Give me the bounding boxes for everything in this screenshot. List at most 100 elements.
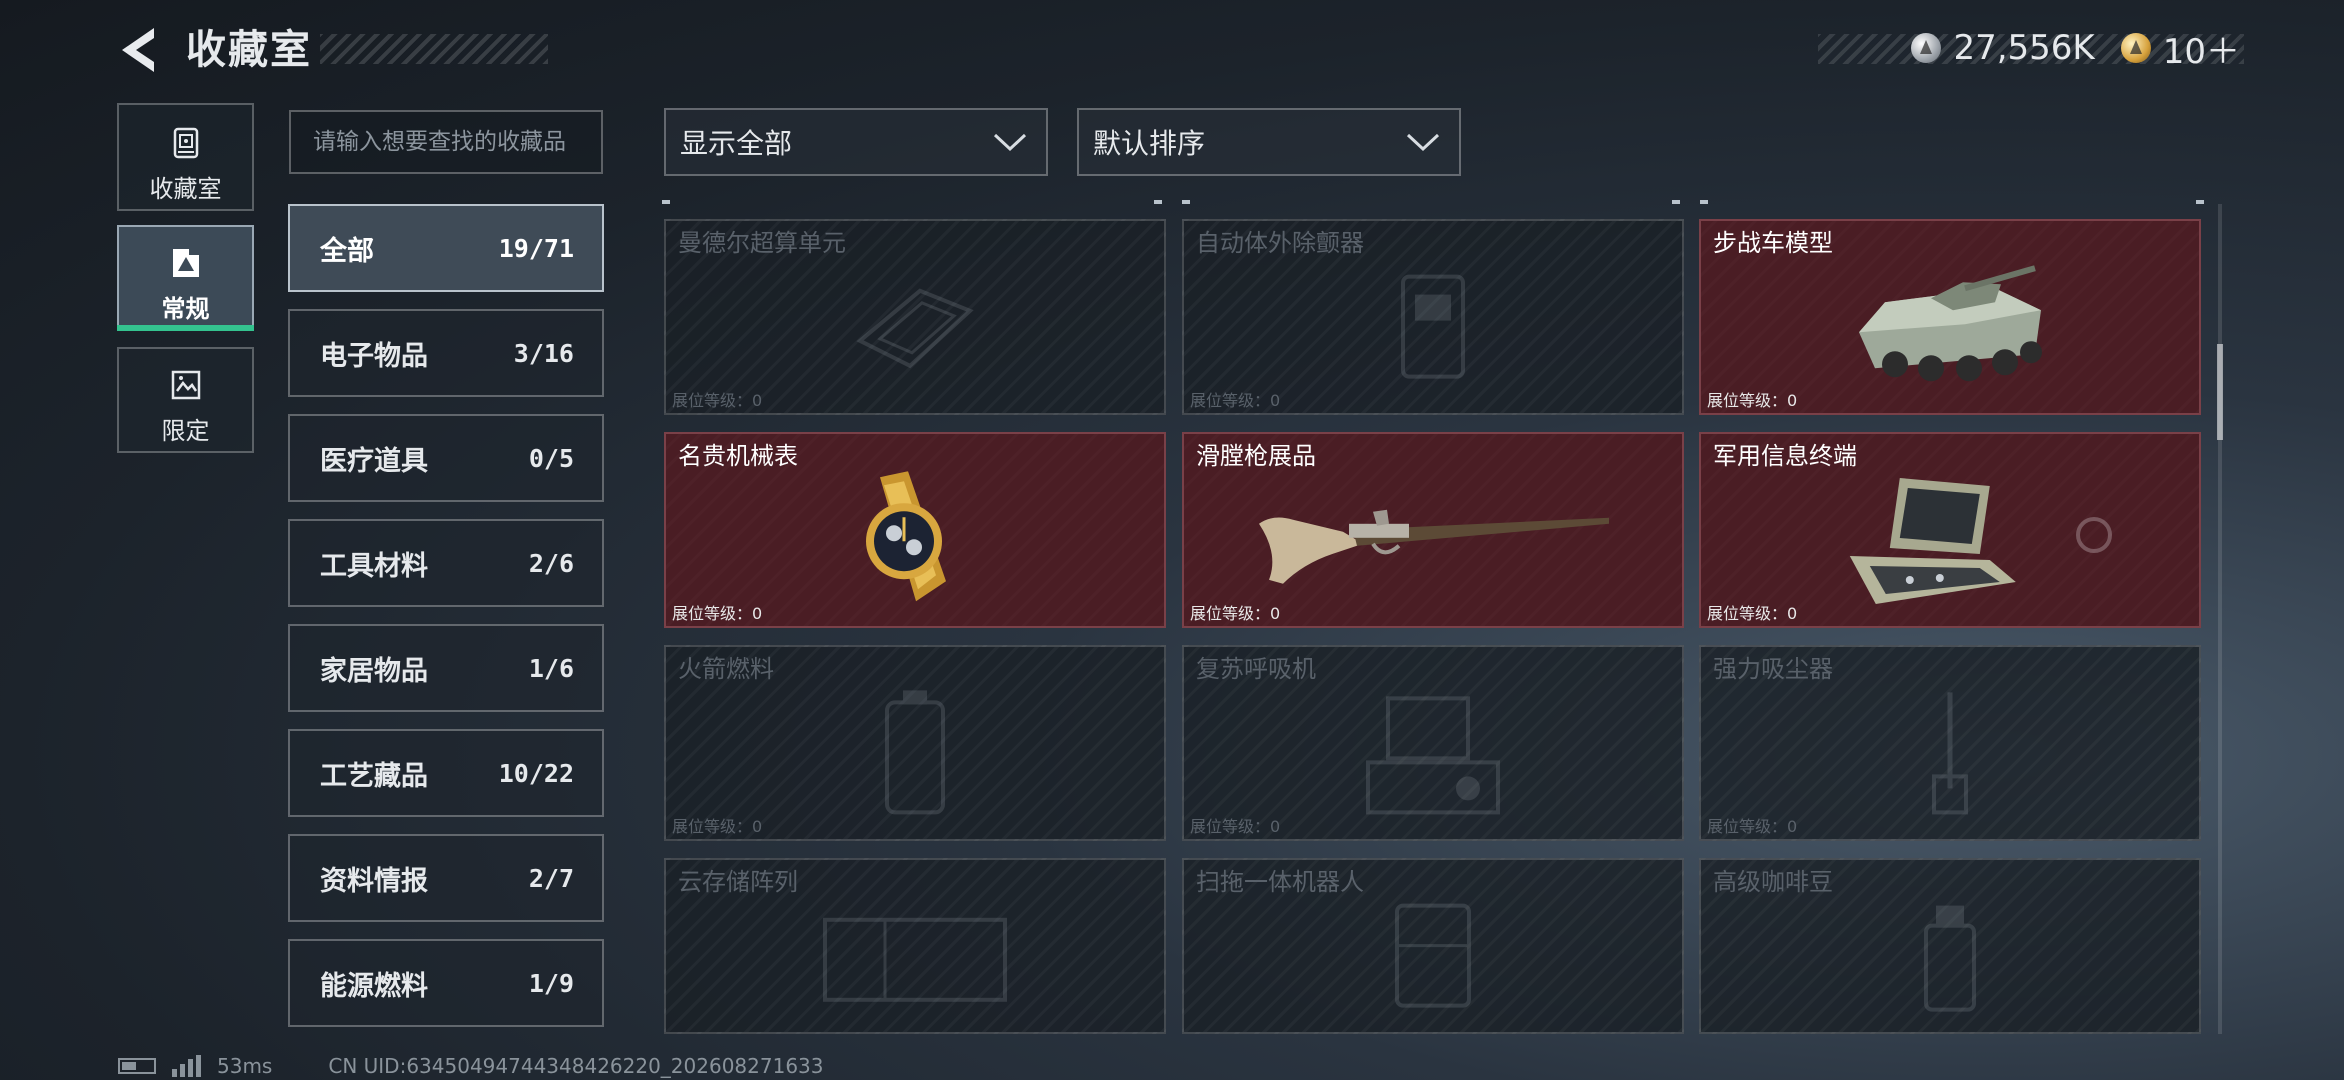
card-level: 展位等级：0 bbox=[1707, 391, 1798, 410]
vacuum-icon bbox=[1932, 692, 1968, 815]
coffee-beans-icon bbox=[1924, 905, 1976, 1012]
category-label: 家居物品 bbox=[320, 655, 428, 687]
card-level: 展位等级：0 bbox=[1190, 817, 1281, 836]
collection-card-ventilator[interactable]: 复苏呼吸机 展位等级：0 bbox=[1182, 645, 1684, 841]
side-tab-vault[interactable]: 收藏室 bbox=[117, 103, 254, 211]
side-tab-limited[interactable]: 限定 bbox=[117, 347, 254, 453]
card-title: 军用信息终端 bbox=[1713, 442, 1857, 470]
side-tab-label: 收藏室 bbox=[149, 175, 222, 203]
card-level: 展位等级：0 bbox=[1707, 817, 1798, 836]
category-crafts[interactable]: 工艺藏品 10/22 bbox=[288, 729, 604, 817]
collection-card-gold-watch[interactable]: 名贵机械表 展位等级：0 bbox=[664, 432, 1166, 628]
active-tab-indicator bbox=[117, 325, 254, 331]
limited-icon bbox=[171, 370, 200, 400]
storage-array-icon bbox=[823, 917, 1007, 1002]
sort-dropdown[interactable]: 默认排序 bbox=[1077, 108, 1461, 176]
card-title: 扫拖一体机器人 bbox=[1196, 868, 1364, 896]
collection-card-robot-vacuum[interactable]: 扫拖一体机器人 bbox=[1182, 858, 1684, 1034]
card-title: 强力吸尘器 bbox=[1713, 655, 1833, 683]
category-label: 全部 bbox=[320, 235, 374, 267]
grid-top-marker bbox=[662, 200, 2204, 204]
collection-card-storage-array[interactable]: 云存储阵列 bbox=[664, 858, 1166, 1034]
category-count: 19/71 bbox=[498, 233, 574, 263]
category-household[interactable]: 家居物品 1/6 bbox=[288, 624, 604, 712]
card-title: 复苏呼吸机 bbox=[1196, 655, 1316, 683]
back-button[interactable] bbox=[112, 22, 162, 78]
musket-icon bbox=[1259, 509, 1609, 584]
defibrillator-icon bbox=[1401, 274, 1465, 379]
category-label: 工具材料 bbox=[320, 550, 428, 582]
category-label: 能源燃料 bbox=[320, 970, 428, 1002]
sort-dropdown-value: 默认排序 bbox=[1093, 127, 1206, 160]
military-terminal-icon bbox=[1849, 478, 2016, 604]
supercomputer-icon bbox=[856, 288, 974, 369]
category-all[interactable]: 全部 19/71 bbox=[288, 204, 604, 292]
collection-card-musket[interactable]: 滑膛枪展品 展位等级：0 bbox=[1182, 432, 1684, 628]
silver-coin-icon bbox=[1911, 33, 1942, 63]
category-count: 0/5 bbox=[528, 443, 574, 473]
gold-currency-value: 10＋ bbox=[2162, 31, 2240, 72]
card-title: 云存储阵列 bbox=[678, 868, 798, 896]
grid-scrollbar-track bbox=[2218, 204, 2222, 1034]
category-electronics[interactable]: 电子物品 3/16 bbox=[288, 309, 604, 397]
collection-card-supercomputer[interactable]: 曼德尔超算单元 展位等级：0 bbox=[664, 219, 1166, 415]
search-input[interactable] bbox=[289, 110, 603, 174]
page-title: 收藏室 bbox=[186, 27, 312, 73]
title-decoration bbox=[320, 34, 548, 64]
category-fuel[interactable]: 能源燃料 1/9 bbox=[288, 939, 604, 1027]
category-label: 医疗道具 bbox=[320, 445, 428, 477]
card-level: 展位等级：0 bbox=[1707, 604, 1798, 623]
battery-icon bbox=[118, 1058, 156, 1074]
card-level: 展位等级：0 bbox=[1190, 604, 1281, 623]
filter-dropdown[interactable]: 显示全部 bbox=[664, 108, 1048, 176]
rocket-fuel-icon bbox=[885, 690, 945, 815]
currency-bar: 27,556K 10＋ bbox=[1911, 24, 2240, 72]
card-title: 曼德尔超算单元 bbox=[678, 229, 846, 257]
collection-card-vacuum[interactable]: 强力吸尘器 展位等级：0 bbox=[1699, 645, 2201, 841]
category-intel[interactable]: 资料情报 2/7 bbox=[288, 834, 604, 922]
ventilator-icon bbox=[1366, 696, 1500, 815]
card-level: 展位等级：0 bbox=[1190, 391, 1281, 410]
category-label: 工艺藏品 bbox=[320, 760, 428, 792]
category-medical[interactable]: 医疗道具 0/5 bbox=[288, 414, 604, 502]
collection-card-military-terminal[interactable]: 军用信息终端 展位等级：0 bbox=[1699, 432, 2201, 628]
card-title: 自动体外除颤器 bbox=[1196, 229, 1364, 257]
gold-watch-icon bbox=[866, 471, 946, 602]
chevron-down-icon bbox=[1406, 133, 1440, 152]
side-tab-label: 限定 bbox=[161, 417, 210, 445]
category-count: 1/6 bbox=[528, 653, 574, 683]
category-label: 资料情报 bbox=[320, 865, 428, 897]
collection-card-coffee-beans[interactable]: 高级咖啡豆 bbox=[1699, 858, 2201, 1034]
ifv-model-icon bbox=[1859, 265, 2042, 382]
category-count: 2/7 bbox=[528, 863, 574, 893]
vault-icon bbox=[173, 127, 198, 159]
signal-icon bbox=[172, 1055, 201, 1077]
card-title: 火箭燃料 bbox=[678, 655, 774, 683]
back-arrow-icon bbox=[122, 28, 154, 72]
card-title: 名贵机械表 bbox=[678, 442, 798, 470]
collection-card-rocket-fuel[interactable]: 火箭燃料 展位等级：0 bbox=[664, 645, 1166, 841]
ping-value: 53ms bbox=[217, 1054, 273, 1078]
silver-currency-value: 27,556K bbox=[1953, 28, 2095, 68]
status-footer: 53ms CN UID:634504947443484262​20_202608… bbox=[118, 1054, 824, 1078]
side-tab-regular[interactable]: 常规 bbox=[117, 225, 254, 331]
category-label: 电子物品 bbox=[320, 340, 428, 372]
card-level: 展位等级：0 bbox=[672, 604, 763, 623]
category-tools[interactable]: 工具材料 2/6 bbox=[288, 519, 604, 607]
robot-vacuum-icon bbox=[1395, 903, 1471, 1008]
gold-coin-icon bbox=[2120, 33, 2151, 63]
chevron-down-icon bbox=[993, 133, 1027, 152]
exhibit-icon bbox=[172, 249, 199, 277]
collection-card-defibrillator[interactable]: 自动体外除颤器 展位等级：0 bbox=[1182, 219, 1684, 415]
card-level: 展位等级：0 bbox=[672, 391, 763, 410]
card-title: 步战车模型 bbox=[1713, 229, 1833, 257]
category-count: 10/22 bbox=[498, 758, 574, 788]
collection-card-ifv-model[interactable]: 步战车模型 展位等级：0 bbox=[1699, 219, 2201, 415]
side-tab-label: 常规 bbox=[161, 295, 210, 323]
grid-scrollbar-thumb[interactable] bbox=[2217, 344, 2223, 440]
category-count: 3/16 bbox=[513, 338, 574, 368]
uid-text: CN UID:634504947443484262​20_20260827163… bbox=[328, 1054, 824, 1078]
card-level: 展位等级：0 bbox=[672, 817, 763, 836]
category-count: 2/6 bbox=[528, 548, 574, 578]
filter-dropdown-value: 显示全部 bbox=[680, 127, 793, 160]
